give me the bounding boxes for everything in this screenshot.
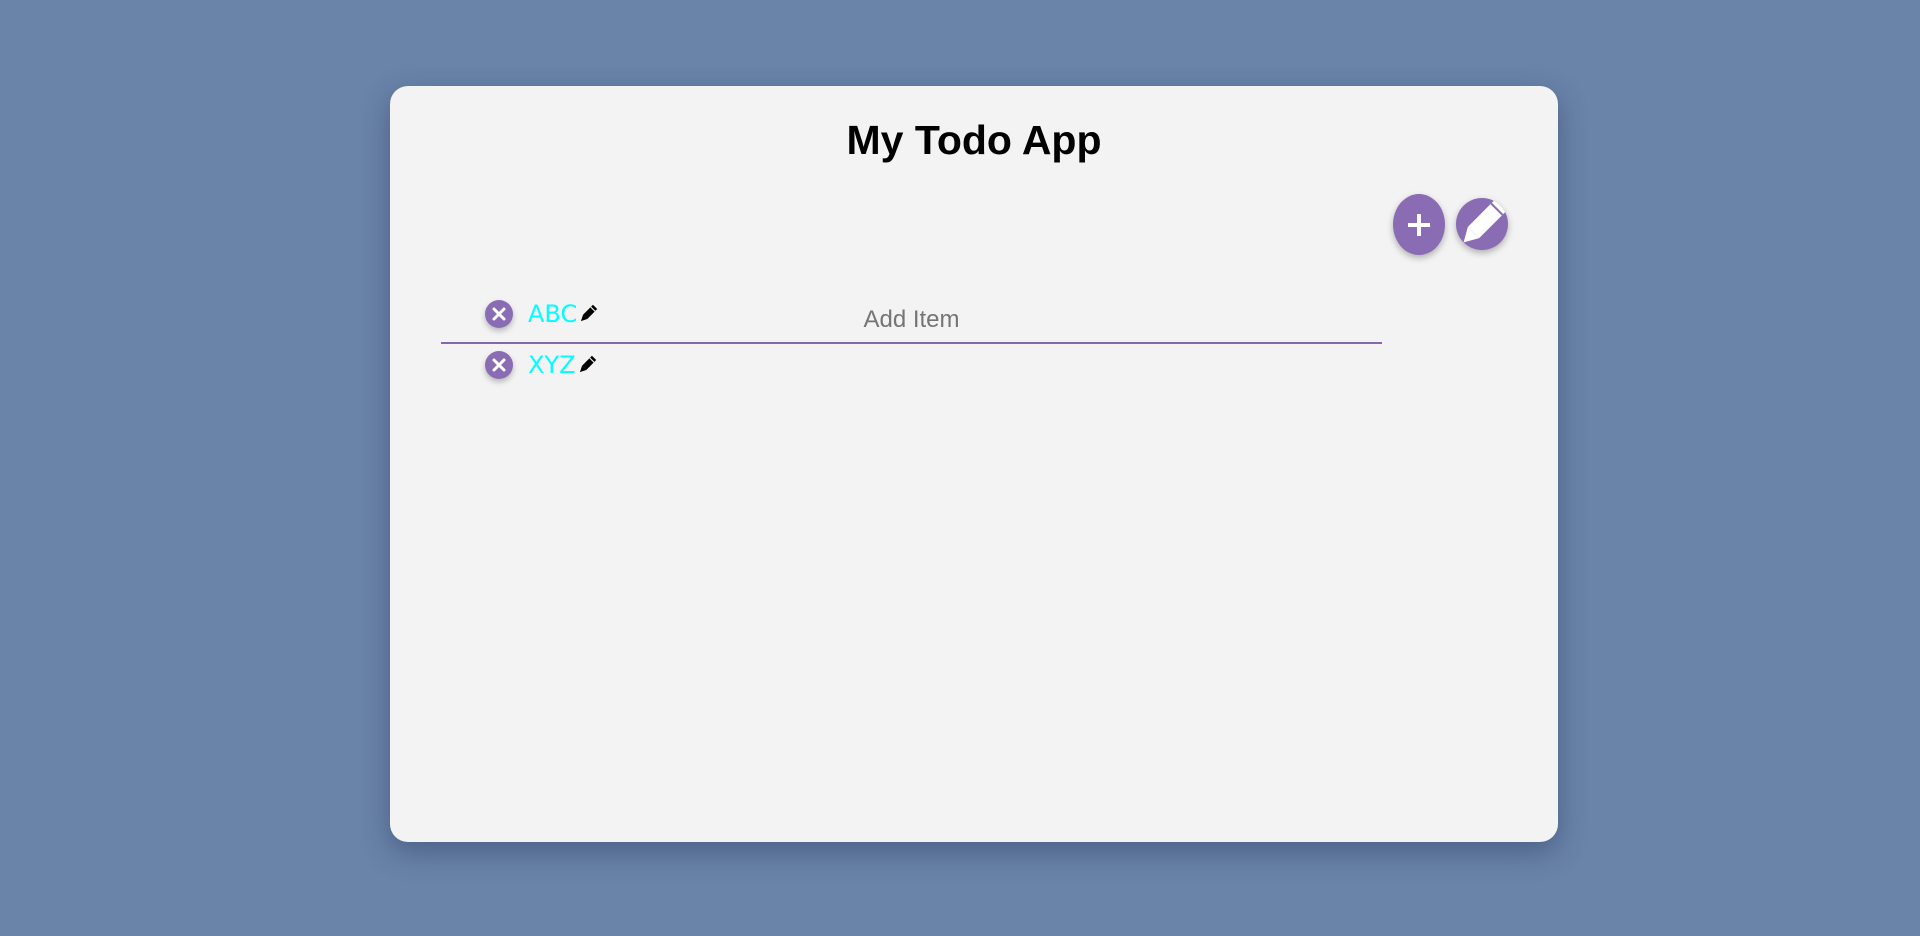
remove-item-button[interactable] — [485, 350, 513, 379]
todo-card: My Todo App ABC — [390, 86, 1558, 842]
list-item: XYZ — [485, 339, 599, 390]
list-item: ABC — [485, 288, 599, 339]
pencil-icon — [1463, 198, 1508, 243]
close-icon — [492, 358, 506, 371]
item-label: ABC — [528, 299, 578, 328]
remove-item-button[interactable] — [485, 299, 513, 328]
add-item-button[interactable] — [1393, 194, 1445, 255]
item-label: XYZ — [528, 350, 576, 379]
close-icon — [492, 307, 506, 320]
edit-mode-button[interactable] — [1456, 198, 1508, 250]
plus-icon — [1408, 213, 1430, 236]
pencil-icon[interactable] — [577, 303, 599, 325]
todo-list: ABC XYZ — [485, 288, 599, 390]
pencil-icon[interactable] — [576, 354, 598, 376]
page-title: My Todo App — [846, 117, 1102, 163]
